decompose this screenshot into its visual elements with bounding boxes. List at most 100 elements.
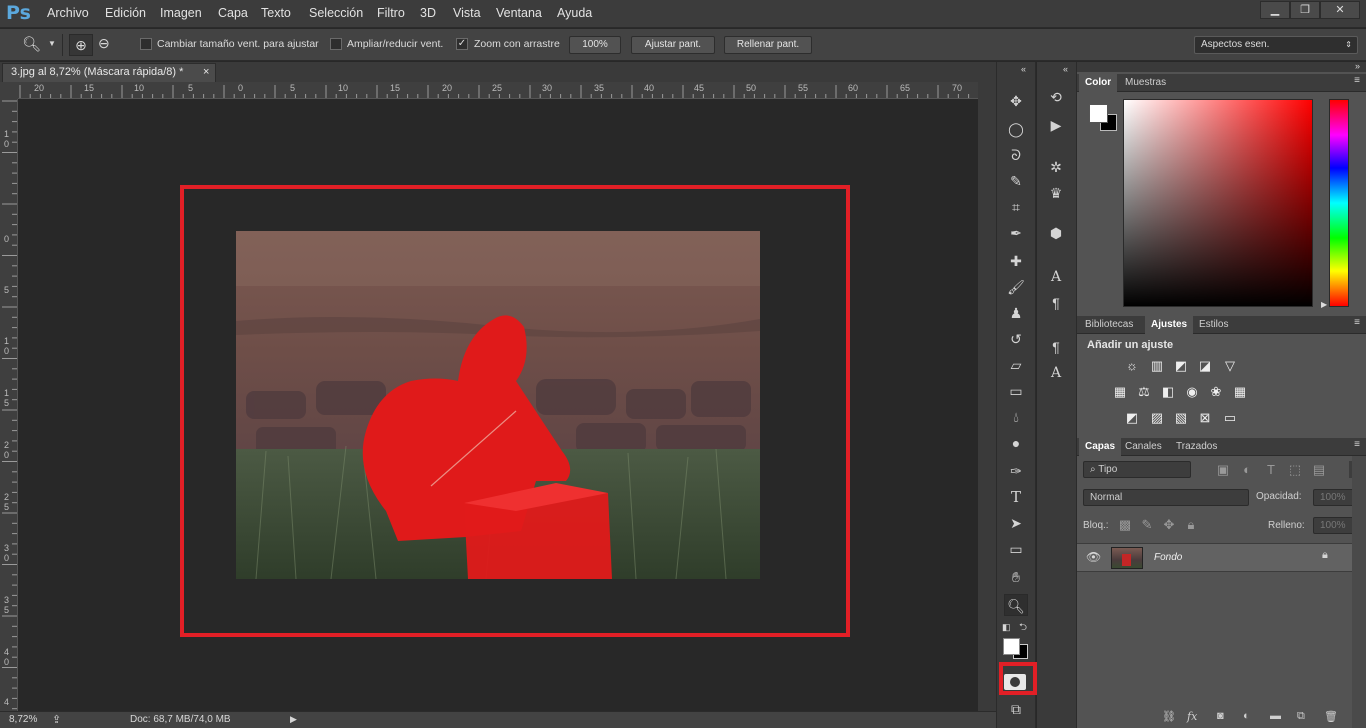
- lock-position-icon[interactable]: ✥: [1161, 518, 1177, 532]
- chevron-down-icon[interactable]: ▼: [48, 39, 56, 48]
- zoom-out-icon[interactable]: ⊖: [98, 35, 110, 52]
- black-white-icon[interactable]: ◧: [1160, 385, 1176, 399]
- tab-capas[interactable]: Capas: [1079, 438, 1122, 456]
- menu-3d[interactable]: 3D: [420, 6, 436, 20]
- threshold-icon[interactable]: ▧: [1173, 411, 1189, 425]
- share-icon[interactable]: ⇪: [52, 713, 61, 726]
- channel-mixer-icon[interactable]: ❀: [1208, 385, 1224, 399]
- vibrance-icon[interactable]: ▽: [1222, 359, 1238, 373]
- visibility-eye-icon[interactable]: 👁︎: [1086, 550, 1101, 564]
- hue-saturation-icon[interactable]: ▦: [1112, 385, 1128, 399]
- lock-transparent-icon[interactable]: ▩: [1117, 518, 1133, 532]
- brush-tool-icon[interactable]: 🖌︎: [1004, 276, 1028, 298]
- lasso-tool-icon[interactable]: ᘐ: [1004, 144, 1028, 166]
- foreground-color-swatch[interactable]: [1003, 638, 1020, 655]
- posterize-icon[interactable]: ▨: [1149, 411, 1165, 425]
- layer-style-icon[interactable]: fx: [1187, 710, 1197, 723]
- 3d-panel-icon[interactable]: ⬢: [1044, 222, 1068, 244]
- menu-seleccion[interactable]: Selección: [309, 6, 363, 20]
- collapse-arrows-icon[interactable]: «: [1021, 64, 1026, 74]
- link-layers-icon[interactable]: ⛓: [1162, 710, 1176, 723]
- document-tab[interactable]: 3.jpg al 8,72% (Máscara rápida/8) * ×: [2, 63, 216, 82]
- photo-filter-icon[interactable]: ◉: [1184, 385, 1200, 399]
- healing-brush-icon[interactable]: ✚: [1004, 250, 1028, 272]
- history-brush-icon[interactable]: ↺: [1004, 328, 1028, 350]
- brush-settings-icon[interactable]: ✲: [1044, 156, 1068, 178]
- panel-menu-icon[interactable]: ≡: [1354, 75, 1360, 86]
- actions-panel-icon[interactable]: ▶: [1044, 114, 1068, 136]
- close-button[interactable]: ✕: [1320, 1, 1360, 19]
- collapse-arrows-icon[interactable]: »: [1355, 61, 1360, 71]
- eraser-tool-icon[interactable]: ▱: [1004, 354, 1028, 376]
- zoom-in-icon[interactable]: ⊕: [69, 34, 93, 56]
- elliptical-marquee-icon[interactable]: ◯: [1004, 118, 1028, 140]
- selective-color-icon[interactable]: ⊠: [1197, 411, 1213, 425]
- hue-slider[interactable]: [1329, 99, 1349, 307]
- brightness-contrast-icon[interactable]: ☼: [1124, 359, 1140, 373]
- quick-selection-icon[interactable]: ✎: [1004, 170, 1028, 192]
- tab-muestras[interactable]: Muestras: [1119, 74, 1172, 92]
- tab-bibliotecas[interactable]: Bibliotecas: [1079, 316, 1139, 334]
- fit-screen-button[interactable]: Ajustar pant.: [631, 36, 715, 54]
- menu-texto[interactable]: Texto: [261, 6, 291, 20]
- color-lookup-icon[interactable]: ▦: [1232, 385, 1248, 399]
- layers-scrollbar[interactable]: [1352, 456, 1366, 728]
- menu-imagen[interactable]: Imagen: [160, 6, 202, 20]
- move-tool-icon[interactable]: ✥: [1004, 90, 1028, 112]
- tab-estilos[interactable]: Estilos: [1193, 316, 1234, 334]
- tab-trazados[interactable]: Trazados: [1170, 438, 1223, 456]
- filter-smart-object-icon[interactable]: ▤: [1311, 463, 1327, 477]
- tab-canales[interactable]: Canales: [1119, 438, 1168, 456]
- menu-filtro[interactable]: Filtro: [377, 6, 405, 20]
- zoom-tool-preset-icon[interactable]: 🔍︎: [22, 35, 41, 53]
- collapse-arrows-icon[interactable]: «: [1063, 64, 1068, 74]
- gradient-map-icon[interactable]: ▭: [1222, 411, 1238, 425]
- character-styles-icon[interactable]: A: [1044, 362, 1068, 384]
- zoom-100-button[interactable]: 100%: [569, 36, 621, 54]
- vertical-scrollbar[interactable]: [978, 82, 996, 711]
- color-field[interactable]: [1123, 99, 1313, 307]
- fill-screen-button[interactable]: Rellenar pant.: [724, 36, 812, 54]
- rectangle-tool-icon[interactable]: ▭: [1004, 538, 1028, 560]
- exposure-icon[interactable]: ◪: [1197, 359, 1213, 373]
- vertical-ruler[interactable]: 1 0 0 5 1 0 1 5 2 0 2 5 3 0 3 5 4 0 4: [0, 99, 18, 711]
- zoom-all-checkbox[interactable]: [330, 38, 342, 50]
- layer-row[interactable]: 👁︎ Fondo 🔒︎: [1077, 543, 1352, 572]
- levels-icon[interactable]: ▥: [1149, 359, 1165, 373]
- status-zoom[interactable]: 8,72%: [9, 714, 37, 725]
- new-layer-icon[interactable]: ⧉: [1297, 710, 1305, 723]
- default-colors-icon[interactable]: ◧: [1002, 622, 1011, 633]
- filter-adjustment-icon[interactable]: ◐: [1239, 463, 1255, 477]
- new-adjustment-icon[interactable]: ◐: [1243, 710, 1250, 722]
- status-menu-arrow-icon[interactable]: ▶: [290, 714, 297, 725]
- color-panel-fg-swatch[interactable]: [1089, 104, 1108, 123]
- menu-archivo[interactable]: Archivo: [47, 6, 89, 20]
- panel-menu-icon[interactable]: ≡: [1354, 439, 1360, 450]
- blend-mode-select[interactable]: Normal: [1083, 489, 1249, 506]
- curves-icon[interactable]: ◩: [1173, 359, 1189, 373]
- screen-mode-icon[interactable]: ⧉: [1004, 698, 1028, 720]
- scrubby-zoom-checkbox[interactable]: ✓: [456, 38, 468, 50]
- gradient-tool-icon[interactable]: ▭: [1004, 380, 1028, 402]
- tab-ajustes[interactable]: Ajustes: [1145, 316, 1194, 334]
- color-balance-icon[interactable]: ⚖: [1136, 385, 1152, 399]
- crop-tool-icon[interactable]: ⌗: [1004, 196, 1028, 218]
- paragraph-styles-icon[interactable]: ¶: [1044, 336, 1068, 358]
- menu-vista[interactable]: Vista: [453, 6, 481, 20]
- character-panel-icon[interactable]: A: [1044, 266, 1068, 288]
- document-image[interactable]: [236, 231, 760, 579]
- menu-edicion[interactable]: Edición: [105, 6, 146, 20]
- new-group-icon[interactable]: ▬: [1270, 710, 1281, 722]
- filter-pixel-icon[interactable]: ▣: [1215, 463, 1231, 477]
- menu-capa[interactable]: Capa: [218, 6, 248, 20]
- type-tool-icon[interactable]: T: [1004, 486, 1028, 508]
- horizontal-ruler[interactable]: 20 15 10 5 0 5 10 15 20 25 30 35 40 45 5…: [18, 82, 978, 99]
- brush-presets-icon[interactable]: ♛: [1044, 182, 1068, 204]
- panel-menu-icon[interactable]: ≡: [1354, 317, 1360, 328]
- history-panel-icon[interactable]: ⟲: [1044, 86, 1068, 108]
- paragraph-panel-icon[interactable]: ¶: [1044, 292, 1068, 314]
- filter-type-icon[interactable]: T: [1263, 463, 1279, 477]
- lock-pixels-icon[interactable]: ✎: [1139, 518, 1155, 532]
- close-tab-icon[interactable]: ×: [203, 66, 209, 78]
- pen-tool-icon[interactable]: ✑: [1004, 460, 1028, 482]
